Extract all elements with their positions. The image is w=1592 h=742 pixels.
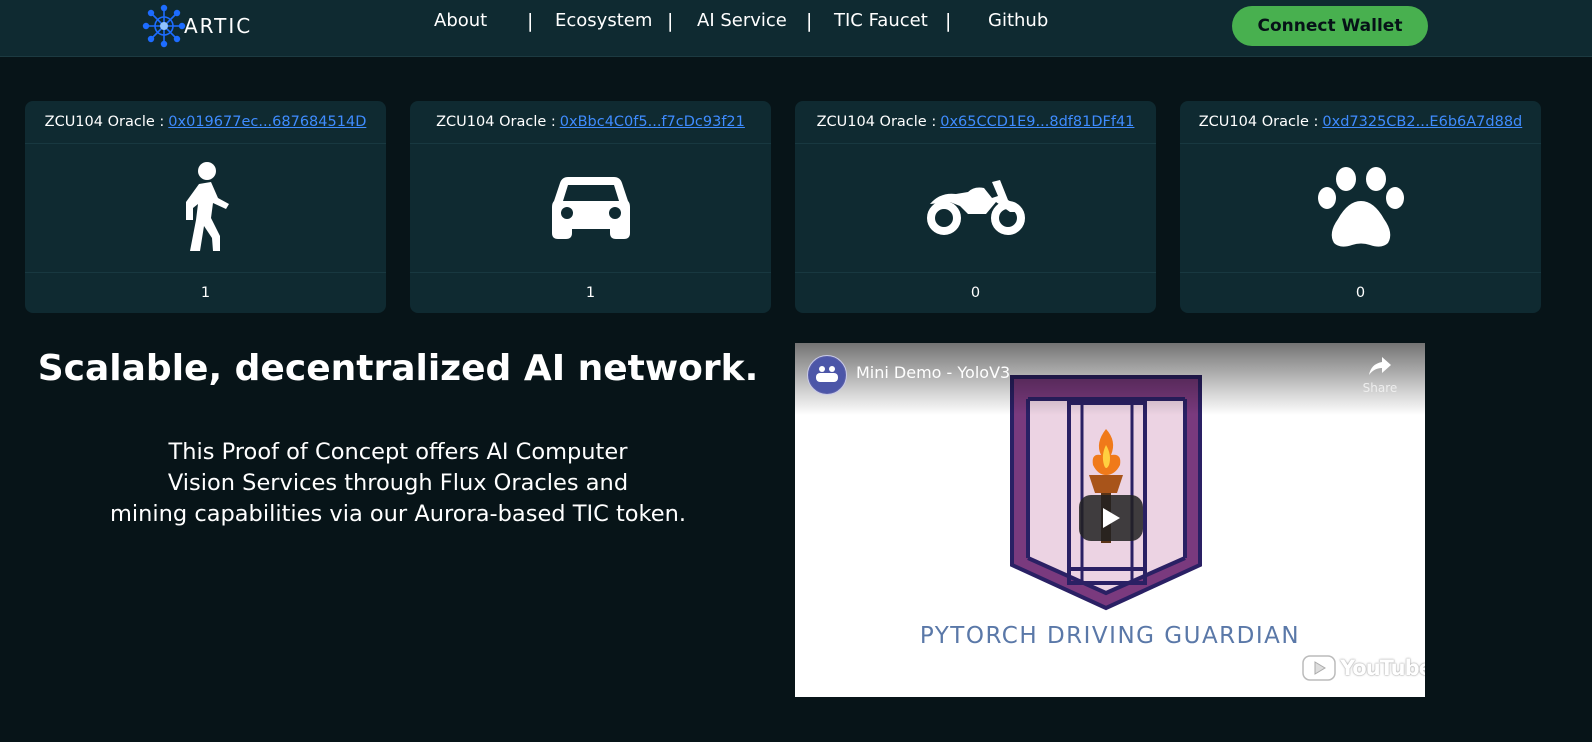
oracle-label: ZCU104 Oracle : — [816, 114, 937, 130]
oracle-address-link[interactable]: 0x019677ec...687684514D — [168, 114, 366, 130]
youtube-logo[interactable]: YouTube — [1302, 655, 1425, 681]
nav-separator: | — [667, 10, 674, 32]
oracle-card-header: ZCU104 Oracle : 0x65CCD1E9...8df81DFf41 — [795, 101, 1156, 144]
oracle-label: ZCU104 Oracle : — [1198, 114, 1319, 130]
oracle-address-link[interactable]: 0xBbc4C0f5...f7cDc93f21 — [560, 114, 745, 130]
oracle-card-header: ZCU104 Oracle : 0xd7325CB2...E6b6A7d88d — [1180, 101, 1541, 144]
detection-count: 1 — [585, 285, 596, 301]
oracle-card-body — [1180, 144, 1541, 273]
nav-ecosystem[interactable]: Ecosystem — [555, 9, 652, 33]
nav-github[interactable]: Github — [988, 9, 1048, 33]
share-icon — [1369, 357, 1391, 375]
oracle-card-animal: ZCU104 Oracle : 0xd7325CB2...E6b6A7d88d … — [1180, 101, 1541, 313]
pedestrian-icon — [185, 162, 229, 251]
thumbnail-caption: PYTORCH DRIVING GUARDIAN — [919, 623, 1301, 649]
oracle-card-body — [410, 144, 771, 273]
nav-ai-service[interactable]: AI Service — [697, 9, 787, 33]
paw-icon — [1317, 167, 1404, 247]
detection-count: 1 — [200, 285, 211, 301]
nav-separator: | — [527, 10, 534, 32]
nav-separator: | — [945, 10, 952, 32]
hero-desc-line: Vision Services through Flux Oracles and — [167, 470, 629, 496]
oracle-card-header: ZCU104 Oracle : 0xBbc4C0f5...f7cDc93f21 — [410, 101, 771, 144]
share-label: Share — [1362, 381, 1398, 395]
hero-desc-line: mining capabilities via our Aurora-based… — [109, 501, 687, 527]
nav-about[interactable]: About — [434, 9, 487, 33]
share-button[interactable]: Share — [1355, 355, 1405, 395]
oracle-card-motorcycle: ZCU104 Oracle : 0x65CCD1E9...8df81DFf41 … — [795, 101, 1156, 313]
youtube-wordmark: YouTube — [1340, 656, 1425, 680]
hero-desc-line: This Proof of Concept offers AI Computer — [168, 439, 628, 465]
hero-title: Scalable, decentralized AI network. — [37, 348, 759, 389]
play-button[interactable] — [1079, 495, 1143, 541]
connect-wallet-button[interactable]: Connect Wallet — [1232, 6, 1428, 46]
oracle-label: ZCU104 Oracle : — [44, 114, 165, 130]
youtube-play-icon — [1302, 655, 1336, 681]
oracle-card-pedestrian: ZCU104 Oracle : 0x019677ec...687684514D … — [25, 101, 386, 313]
oracle-label: ZCU104 Oracle : — [436, 114, 556, 130]
oracle-address-link[interactable]: 0xd7325CB2...E6b6A7d88d — [1322, 114, 1522, 130]
oracle-card-car: ZCU104 Oracle : 0xBbc4C0f5...f7cDc93f21 … — [410, 101, 771, 313]
car-icon — [551, 177, 630, 239]
youtube-video-embed[interactable]: Mini Demo - YoloV3 Share PYTORCH DRIVING… — [795, 343, 1425, 697]
oracle-card-body — [25, 144, 386, 273]
detection-count: 0 — [970, 285, 981, 301]
nav-tic-faucet[interactable]: TIC Faucet — [834, 9, 928, 33]
hero-description: This Proof of Concept offers AI Computer… — [0, 437, 796, 530]
oracle-address-link[interactable]: 0x65CCD1E9...8df81DFf41 — [940, 114, 1134, 130]
avatar-icon — [809, 357, 845, 393]
top-navbar: ARTIC About | Ecosystem | AI Service | T… — [0, 0, 1592, 57]
play-icon — [1103, 508, 1120, 528]
video-title[interactable]: Mini Demo - YoloV3 — [856, 363, 1010, 382]
detection-count: 0 — [1355, 285, 1366, 301]
nav-separator: | — [806, 10, 813, 32]
oracle-card-body — [795, 144, 1156, 273]
motorcycle-icon — [926, 180, 1025, 235]
channel-avatar[interactable] — [807, 355, 847, 395]
oracle-card-header: ZCU104 Oracle : 0x019677ec...687684514D — [25, 101, 386, 144]
